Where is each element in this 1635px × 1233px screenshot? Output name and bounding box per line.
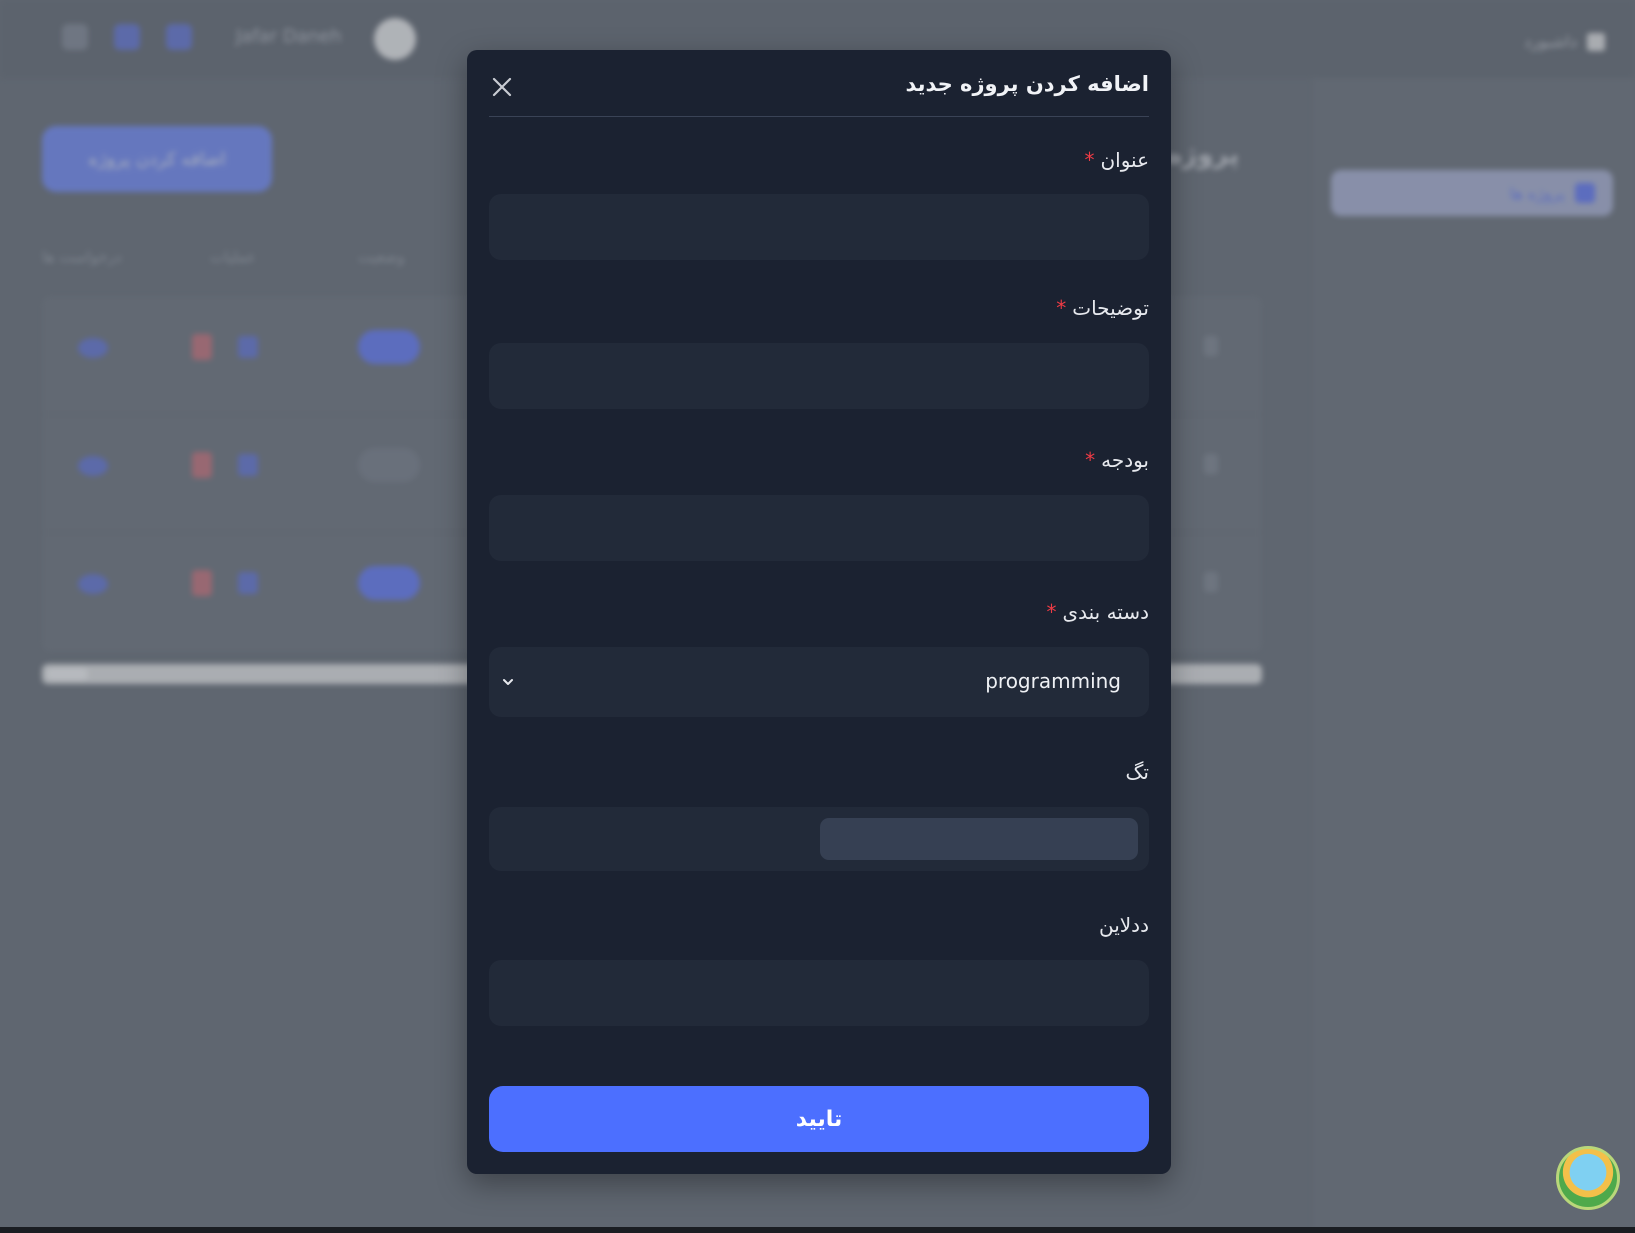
chevron-down-icon (503, 679, 513, 685)
bottom-edge (0, 1227, 1635, 1233)
submit-button[interactable]: تایید (489, 1086, 1149, 1152)
title-label: عنوان* (1084, 148, 1149, 172)
delete-icon[interactable] (192, 570, 212, 596)
sidebar-item-label: پروژه ها (1509, 183, 1565, 203)
edit-icon[interactable] (238, 572, 258, 594)
view-icon[interactable] (78, 574, 108, 594)
folder-icon (1575, 183, 1595, 203)
title-label-text: عنوان (1100, 148, 1149, 172)
tag-input[interactable] (820, 818, 1138, 860)
row-number (1204, 336, 1218, 356)
logout-icon[interactable] (62, 24, 88, 50)
column-header: عملیات (210, 248, 256, 266)
add-project-button[interactable]: اضافه کردن پروژه (42, 126, 272, 192)
row-number (1204, 454, 1218, 474)
topbar-icons (62, 24, 192, 50)
budget-label-text: بودجه (1101, 448, 1149, 472)
modal-title: اضافه کردن پروژه جدید (905, 72, 1149, 96)
title-input[interactable] (489, 194, 1149, 260)
avatar[interactable] (374, 18, 416, 60)
tag-label: تگ (1125, 760, 1149, 784)
column-header: درخواست ها (42, 248, 122, 266)
required-mark: * (1056, 296, 1067, 320)
column-header: وضعیت (358, 248, 405, 266)
sidebar: پروژه ها (1313, 78, 1635, 1233)
scrollbar-thumb[interactable] (46, 668, 88, 680)
view-icon[interactable] (78, 456, 108, 476)
close-icon (492, 77, 512, 97)
description-label-text: توضیحات (1072, 296, 1149, 320)
category-selected-value: programming (985, 669, 1121, 693)
row-number (1204, 572, 1218, 592)
logo-icon (1587, 32, 1605, 51)
edit-icon[interactable] (238, 336, 258, 358)
delete-icon[interactable] (192, 334, 212, 360)
tag-field[interactable] (489, 807, 1149, 871)
status-toggle[interactable] (358, 330, 420, 364)
sidebar-item-projects[interactable]: پروژه ها (1331, 170, 1613, 216)
required-mark: * (1085, 448, 1096, 472)
deadline-label: ددلاین (1098, 913, 1149, 937)
description-input[interactable] (489, 343, 1149, 409)
category-label-text: دسته بندی (1062, 600, 1149, 624)
budget-label: بودجه* (1085, 448, 1149, 472)
category-select[interactable]: programming (489, 647, 1149, 717)
required-mark: * (1084, 148, 1095, 172)
brand: داشبورد (1524, 32, 1605, 51)
user-name: Jafar Daneh (236, 26, 342, 47)
budget-input[interactable] (489, 495, 1149, 561)
status-toggle[interactable] (358, 566, 420, 600)
add-project-modal: اضافه کردن پروژه جدید عنوان* توضیحات* بو… (467, 50, 1171, 1174)
view-icon[interactable] (78, 338, 108, 358)
brand-label: داشبورد (1524, 32, 1577, 51)
description-label: توضیحات* (1056, 296, 1149, 320)
modal-header: اضافه کردن پروژه جدید (489, 50, 1149, 117)
delete-icon[interactable] (192, 452, 212, 478)
settings-icon[interactable] (114, 24, 140, 50)
status-toggle[interactable] (358, 448, 420, 482)
user-icon[interactable] (166, 24, 192, 50)
category-label: دسته بندی* (1046, 600, 1149, 624)
edit-icon[interactable] (238, 454, 258, 476)
deadline-input[interactable] (489, 960, 1149, 1026)
required-mark: * (1046, 600, 1057, 624)
floating-avatar[interactable] (1556, 1146, 1620, 1210)
close-button[interactable] (489, 74, 515, 100)
